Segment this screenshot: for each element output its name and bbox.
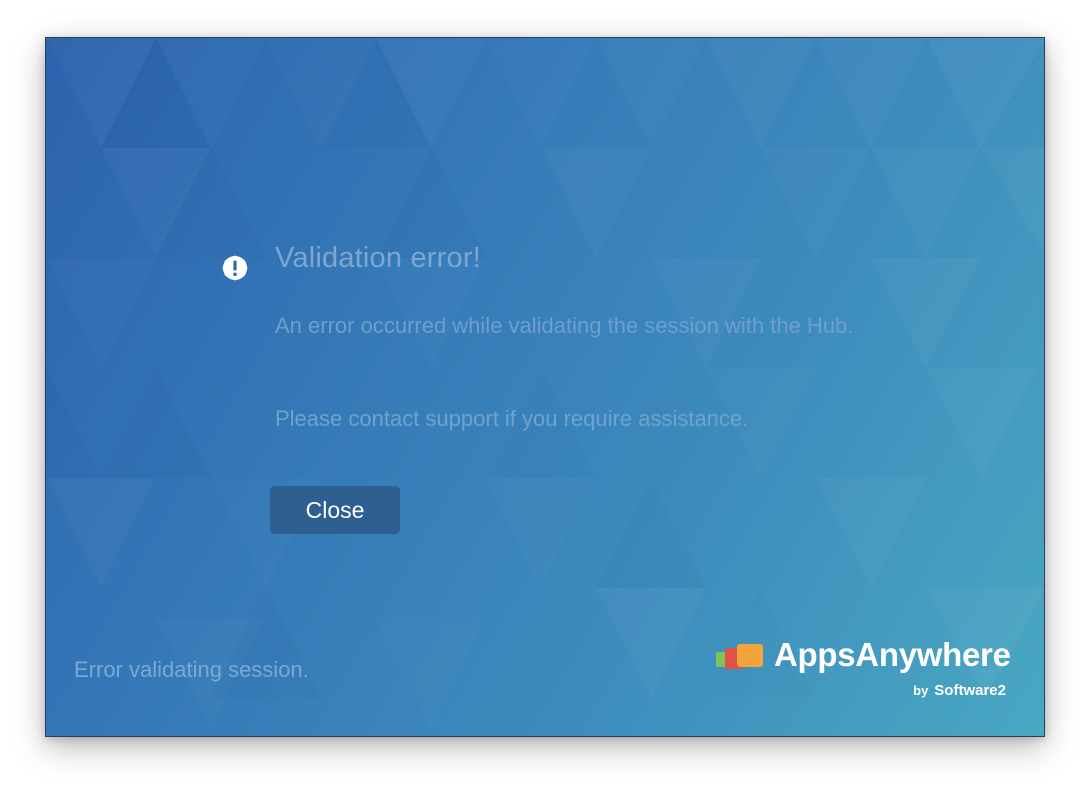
exclamation-circle-icon xyxy=(222,255,248,281)
support-message: Please contact support if you require as… xyxy=(275,406,749,431)
company-name: Software2 xyxy=(934,682,1006,699)
brand-name: AppsAnywhere xyxy=(774,636,1011,673)
desktop: Validation error! An error occurred whil… xyxy=(0,0,1090,790)
appsanywhere-logo: AppsAnywhere by Software2 xyxy=(716,636,1016,710)
close-button[interactable]: Close xyxy=(270,486,400,534)
background-triangle-pattern xyxy=(46,38,1044,698)
byline-label: by xyxy=(913,683,929,698)
appsanywhere-logo-mark-icon xyxy=(716,644,763,669)
error-dialog-window: Validation error! An error occurred whil… xyxy=(45,37,1045,737)
status-text: Error validating session. xyxy=(74,657,309,682)
error-message: An error occurred while validating the s… xyxy=(275,313,854,338)
brand-byline: by Software2 xyxy=(913,682,1006,699)
dialog-title: Validation error! xyxy=(275,242,481,274)
